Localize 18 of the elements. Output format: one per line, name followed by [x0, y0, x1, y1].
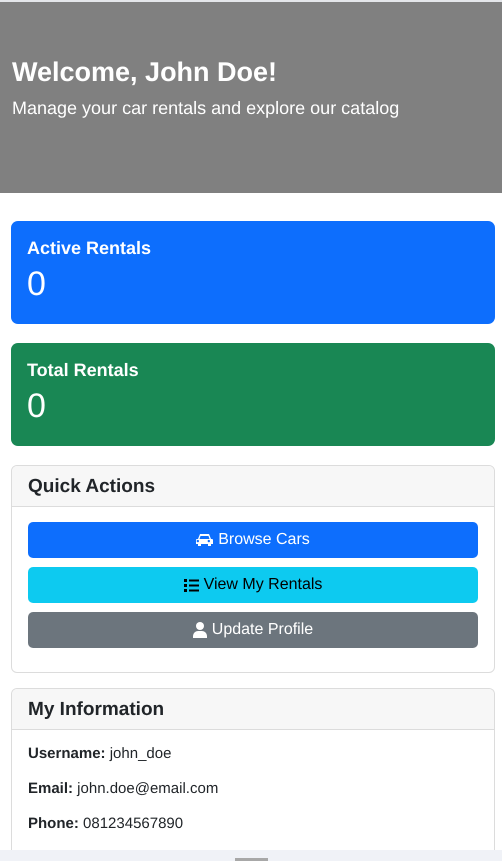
panel-title: Quick Actions [12, 466, 494, 507]
stat-label: Total Rentals [27, 360, 140, 381]
list-icon [184, 578, 199, 592]
stat-label: Active Rentals [27, 238, 152, 259]
info-line: Username: john_doe [28, 745, 172, 762]
profile-button[interactable]: Update Profile [28, 612, 478, 648]
stat-value: 0 [27, 265, 47, 304]
rentals-button[interactable]: View My Rentals [28, 567, 478, 603]
user-icon [192, 622, 207, 638]
scroll-handle[interactable] [234, 858, 268, 861]
browse-cars-button[interactable]: Browse Cars [28, 522, 478, 558]
stat-value: 0 [27, 387, 47, 426]
hero-subtitle: Manage your car rentals and explore our catalog [12, 98, 400, 119]
info-line: Phone: 081234567890 [28, 815, 184, 832]
welcome-heading: Welcome, John Doe! [12, 57, 278, 88]
car-icon [196, 533, 214, 547]
info-line: Email: john.doe@email.com [28, 780, 220, 797]
panel-title: My Information [12, 689, 494, 730]
